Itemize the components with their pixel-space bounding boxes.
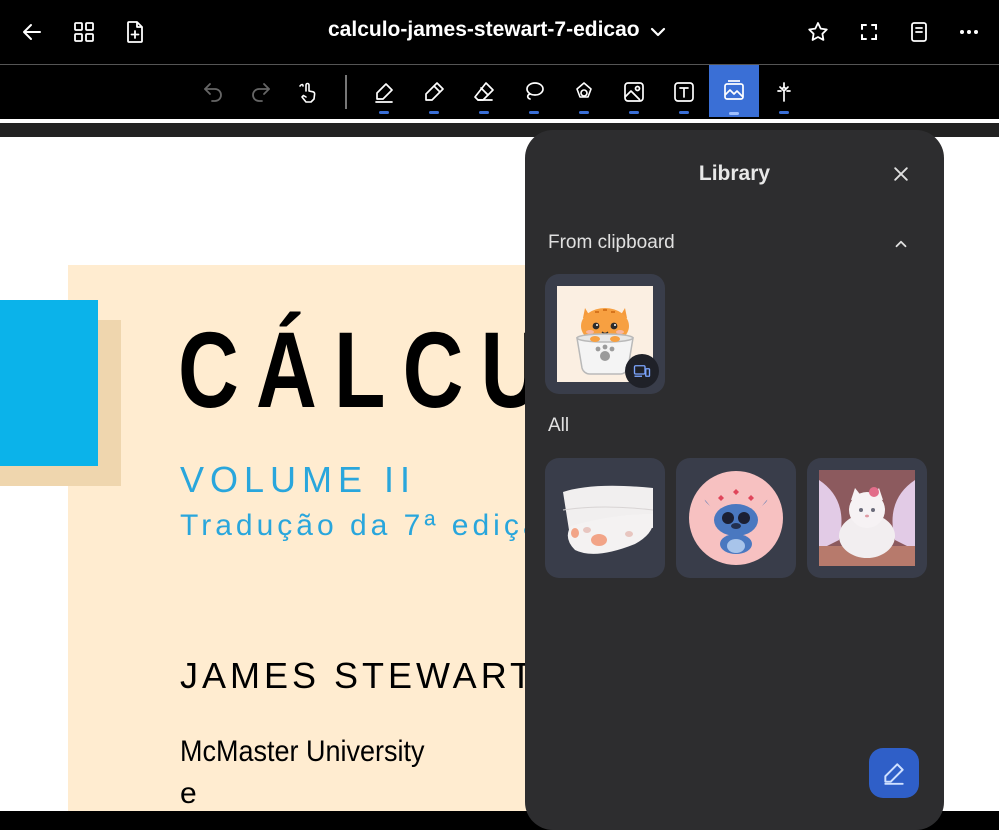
university-name: McMaster University <box>180 735 425 768</box>
app-bar: calculo-james-stewart-7-edicao <box>0 0 999 64</box>
library-title: Library <box>698 162 771 185</box>
highlighter-icon[interactable] <box>410 68 458 116</box>
touch-draw-icon[interactable] <box>285 68 333 116</box>
lasso-icon[interactable] <box>510 68 558 116</box>
tool-indicator <box>729 112 739 115</box>
tool-indicator <box>629 111 639 114</box>
author-name: JAMES STEWART <box>180 655 537 696</box>
add-file-icon[interactable] <box>115 12 155 52</box>
undo-icon[interactable] <box>189 68 237 116</box>
tool-indicator <box>429 111 439 114</box>
clipboard-thumbnail[interactable] <box>545 274 665 394</box>
redo-icon[interactable] <box>237 68 285 116</box>
star-icon[interactable] <box>798 12 838 52</box>
pencil-icon <box>884 763 904 785</box>
stitch-sticker-image <box>688 470 784 566</box>
document-title[interactable]: calculo-james-stewart-7-edicao <box>328 18 644 46</box>
chevron-down-icon[interactable] <box>638 12 678 52</box>
chevron-up-icon[interactable] <box>887 230 915 258</box>
book-title: CÁLCU <box>178 309 559 430</box>
library-thumbnail[interactable] <box>676 458 796 578</box>
eraser-icon[interactable] <box>460 68 508 116</box>
grid-icon[interactable] <box>64 12 104 52</box>
conjunction-text: e <box>180 777 197 810</box>
fullscreen-icon[interactable] <box>849 12 889 52</box>
close-icon[interactable] <box>885 158 917 190</box>
library-panel: Library From clipboard All <box>525 130 944 830</box>
tool-indicator <box>679 111 689 114</box>
shapes-icon[interactable] <box>560 68 608 116</box>
library-thumbnail[interactable] <box>545 458 665 578</box>
pen-toolbar <box>0 65 999 119</box>
volume-label: VOLUME II <box>180 459 417 500</box>
device-sync-icon <box>625 354 659 388</box>
image-icon[interactable] <box>610 68 658 116</box>
reading-mode-icon[interactable] <box>899 12 939 52</box>
tool-indicator <box>779 111 789 114</box>
cat-paws-image <box>557 470 653 566</box>
tool-indicator <box>479 111 489 114</box>
more-icon[interactable] <box>949 12 989 52</box>
from-clipboard-label: From clipboard <box>548 232 675 253</box>
tool-indicator <box>529 111 539 114</box>
tool-indicator <box>379 111 389 114</box>
text-box-icon[interactable] <box>660 68 708 116</box>
cover-accent-block <box>0 300 98 466</box>
back-arrow-icon[interactable] <box>12 12 52 52</box>
edit-pen-button[interactable] <box>869 748 919 798</box>
edition-label: Tradução da 7ª ediçã <box>180 509 544 542</box>
white-kitten-image <box>819 470 915 566</box>
toolbar-separator <box>345 75 347 109</box>
tool-indicator <box>579 111 589 114</box>
library-icon[interactable] <box>709 65 759 117</box>
laser-pointer-icon[interactable] <box>760 68 808 116</box>
all-label: All <box>548 415 570 436</box>
library-thumbnail[interactable] <box>807 458 927 578</box>
pen-icon[interactable] <box>360 68 408 116</box>
